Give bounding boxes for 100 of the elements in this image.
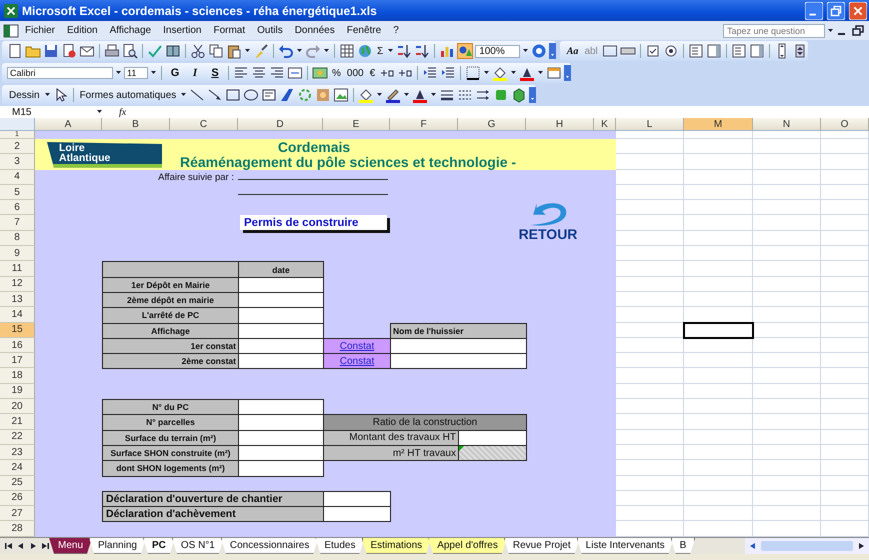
empty-cell[interactable] [753, 261, 821, 277]
column-header[interactable]: H [526, 118, 594, 131]
sort-icon[interactable] [414, 43, 430, 59]
cube-icon[interactable] [511, 87, 528, 103]
text-box-icon[interactable] [261, 87, 278, 103]
empty-cell[interactable] [821, 338, 869, 354]
ring-icon[interactable] [297, 87, 314, 103]
page-icon[interactable] [7, 43, 23, 59]
print-preview-icon[interactable] [122, 43, 138, 59]
column-header[interactable]: N [753, 118, 821, 131]
row-header[interactable]: 6 [0, 200, 35, 216]
sheet-tab[interactable]: Planning [89, 538, 146, 554]
empty-cell[interactable] [821, 414, 869, 430]
clipboard-icon[interactable] [226, 43, 242, 59]
menu-item[interactable]: Fichier [19, 25, 62, 36]
row-header[interactable]: 3 [0, 154, 35, 170]
empty-cell[interactable] [821, 399, 869, 414]
horizontal-scrollbar[interactable] [745, 538, 869, 554]
menu-item[interactable]: Insertion [157, 25, 208, 36]
line-icon[interactable] [189, 87, 206, 103]
sheet-tab[interactable]: Concessionnaires [220, 538, 318, 554]
sheet-tab[interactable]: Appel d'offres [428, 538, 507, 554]
empty-cell[interactable] [821, 276, 869, 292]
combo-box-icon[interactable] [748, 43, 765, 59]
brush-icon[interactable] [253, 43, 269, 59]
empty-cell[interactable] [753, 338, 821, 354]
scissors-icon[interactable] [190, 43, 206, 59]
restore-button[interactable] [827, 2, 845, 20]
empty-cell[interactable] [753, 476, 821, 491]
empty-cell[interactable] [753, 368, 821, 384]
column-header[interactable]: B [102, 118, 170, 131]
page-badge-icon[interactable] [61, 43, 77, 59]
value-cell[interactable] [238, 399, 324, 416]
empty-cell[interactable] [684, 131, 753, 139]
empty-cell[interactable] [753, 414, 821, 430]
row-header[interactable]: 12 [0, 276, 35, 292]
row-header[interactable]: 25 [0, 476, 35, 491]
sheet-tab[interactable]: Liste Intervenants [576, 538, 674, 554]
empty-cell[interactable] [684, 506, 753, 522]
menu-item[interactable]: Edition [61, 25, 104, 36]
border-icon[interactable] [465, 65, 482, 81]
menu-item[interactable]: ? [387, 25, 405, 36]
empty-cell[interactable] [753, 444, 821, 460]
column-header[interactable]: K [594, 118, 616, 131]
empty-cell[interactable] [821, 444, 869, 460]
checkmark-icon[interactable] [147, 43, 163, 59]
empty-cell[interactable] [684, 384, 753, 400]
list-icon[interactable] [730, 43, 747, 59]
empty-cell[interactable] [821, 246, 869, 262]
row-header[interactable]: 11 [0, 261, 35, 277]
sheet-tab[interactable]: Menu [49, 538, 92, 554]
row-header[interactable]: 16 [0, 338, 35, 354]
constat-link[interactable]: Constat [340, 340, 374, 352]
empty-cell[interactable] [753, 215, 821, 231]
empty-cell[interactable] [753, 353, 821, 368]
number-format-button[interactable]: € [368, 68, 378, 78]
question-field[interactable]: Tapez une question [723, 24, 825, 38]
empty-cell[interactable] [821, 131, 869, 139]
autoshapes-menu[interactable]: Formes automatiques [78, 90, 178, 100]
list-icon[interactable] [688, 43, 704, 59]
row-header[interactable]: 24 [0, 460, 35, 476]
column-header[interactable]: F [390, 118, 458, 131]
row-header[interactable]: 13 [0, 292, 35, 308]
zoom-field[interactable]: 100% [475, 44, 520, 58]
bailiff-cell[interactable] [390, 353, 527, 370]
row-header[interactable]: 7 [0, 215, 35, 231]
value-cell[interactable] [458, 430, 527, 446]
empty-cell[interactable] [821, 261, 869, 277]
select-all-button[interactable] [0, 118, 35, 131]
workbook-icon[interactable] [3, 22, 19, 38]
draw-menu[interactable]: Dessin [7, 90, 42, 100]
row-header[interactable]: 17 [0, 353, 35, 368]
row-header[interactable]: 2 [0, 139, 35, 154]
value-cell[interactable] [238, 414, 324, 431]
value-cell[interactable] [238, 460, 324, 477]
printer-icon[interactable] [104, 43, 120, 59]
empty-cell[interactable] [684, 215, 753, 231]
empty-cell[interactable] [684, 200, 753, 216]
empty-cell[interactable] [684, 460, 753, 476]
empty-cell[interactable] [821, 476, 869, 491]
menu-item[interactable]: Données [288, 25, 341, 36]
window-icon[interactable] [546, 65, 562, 81]
empty-cell[interactable] [684, 184, 753, 200]
row-header[interactable]: 9 [0, 246, 35, 262]
rectangle-icon[interactable] [225, 87, 242, 103]
empty-cell[interactable] [821, 368, 869, 384]
empty-cell[interactable] [821, 215, 869, 231]
column-header[interactable]: M [684, 118, 753, 131]
frame-icon[interactable] [602, 43, 618, 59]
empty-cell[interactable] [821, 506, 869, 522]
empty-cell[interactable] [684, 139, 753, 154]
checkbox-icon[interactable] [644, 43, 661, 59]
column-header[interactable]: O [821, 118, 869, 131]
empty-cell[interactable] [684, 414, 753, 430]
empty-cell[interactable] [684, 154, 753, 170]
fill-bucket-icon[interactable] [492, 65, 508, 81]
row-header[interactable]: 14 [0, 307, 35, 323]
menu-item[interactable]: Format [207, 25, 252, 36]
row-header[interactable]: 5 [0, 184, 35, 200]
empty-cell[interactable] [684, 368, 753, 384]
